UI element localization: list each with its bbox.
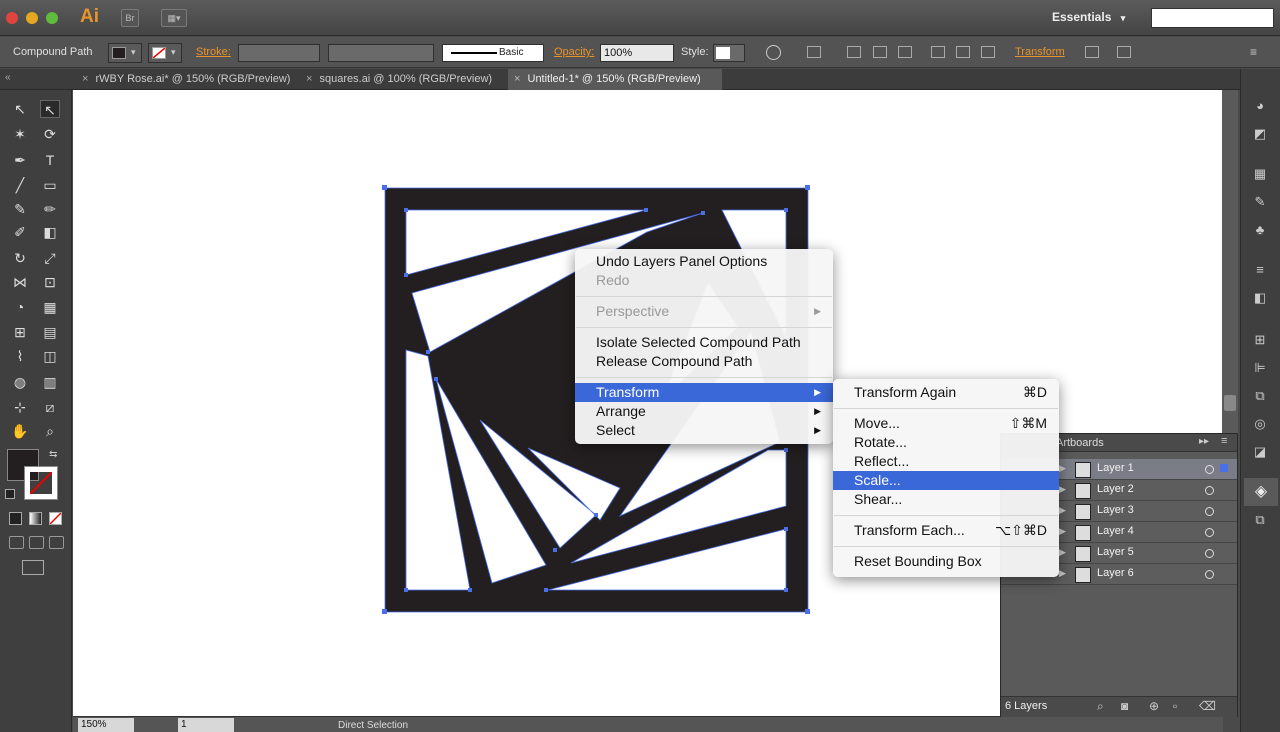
menu-item-label: Perspective [596,303,670,319]
submenu-arrow-icon: ▶ [814,406,821,416]
menu-item-label: Transform Each... [854,522,965,538]
layer-thumbnail [1075,525,1091,541]
swatches-icon[interactable]: ▦ [1252,167,1268,181]
menu-item-reflect[interactable]: Reflect... [833,452,1059,471]
create-sublayer-icon[interactable]: ⊕ [1149,699,1159,713]
menu-item-release-compound[interactable]: Release Compound Path [575,352,833,371]
target-icon[interactable] [1205,486,1214,495]
submenu-arrow-icon: ▶ [814,425,821,435]
layer-name[interactable]: Layer 2 [1097,483,1134,495]
layer-thumbnail [1075,483,1091,499]
target-icon[interactable] [1205,507,1214,516]
zoom-level-input[interactable]: 150% [78,718,134,732]
submenu-arrow-icon: ▶ [814,387,821,397]
graphic-styles-icon[interactable]: ◪ [1252,445,1268,459]
layer-thumbnail [1075,546,1091,562]
menu-item-scale[interactable]: Scale... [833,471,1059,490]
target-icon[interactable] [1205,528,1214,537]
menu-item-arrange[interactable]: Arrange ▶ [575,402,833,421]
target-icon[interactable] [1205,549,1214,558]
status-bar [73,716,1223,732]
delete-layer-icon[interactable]: ⌫ [1199,699,1216,713]
menu-item-perspective: Perspective ▶ [575,302,833,321]
menu-item-shear[interactable]: Shear... [833,490,1059,509]
expand-arrow-icon[interactable]: ▶ [1059,547,1066,558]
scrollbar-thumb[interactable] [1224,395,1236,411]
expand-arrow-icon[interactable]: ▶ [1059,484,1066,495]
locate-object-icon[interactable]: ⌕ [1097,699,1104,714]
gradient-icon[interactable]: ◧ [1252,291,1268,305]
expand-arrow-icon[interactable]: ▶ [1059,505,1066,516]
zoom-level-value: 150% [81,719,107,730]
symbols-icon[interactable]: ♣ [1252,223,1268,237]
menu-item-label: Select [596,422,635,438]
layers-icon[interactable]: ◈ [1244,478,1278,506]
stroke-icon[interactable]: ≡ [1252,263,1268,277]
menu-item-label: Move... [854,415,900,431]
shortcut-label: ⇧⌘M [1009,415,1047,431]
transform-submenu: Transform Again ⌘D Move... ⇧⌘M Rotate...… [833,379,1059,577]
panel-menu-icon[interactable]: ≡ [1221,435,1227,447]
current-tool-status[interactable]: Direct Selection [338,720,408,731]
transform-icon[interactable]: ⊞ [1252,333,1268,347]
color-panel-icon[interactable]: ◕ [1252,99,1268,113]
menu-separator [576,377,832,378]
context-menu: Undo Layers Panel Options Redo Perspecti… [575,249,833,444]
pathfinder-icon[interactable]: ⧉ [1252,389,1268,403]
layer-name[interactable]: Layer 6 [1097,567,1134,579]
layer-name[interactable]: Layer 1 [1097,462,1134,474]
artboard-number-value: 1 [181,719,187,730]
target-icon[interactable] [1205,570,1214,579]
tab-artboards[interactable]: Artboards [1056,437,1104,449]
appearance-icon[interactable]: ◎ [1252,417,1268,431]
color-guide-icon[interactable]: ◩ [1252,127,1268,141]
layer-thumbnail [1075,462,1091,478]
artboard-number-input[interactable]: 1 [178,718,234,732]
menu-separator [576,296,832,297]
layer-name[interactable]: Layer 4 [1097,525,1134,537]
layer-name[interactable]: Layer 3 [1097,504,1134,516]
layer-count: 6 Layers [1005,700,1048,712]
menu-item-label: Transform Again [854,384,957,400]
menu-item-undo[interactable]: Undo Layers Panel Options [575,252,833,271]
new-layer-icon[interactable]: ▫ [1173,699,1177,713]
menu-item-transform[interactable]: Transform ▶ [575,383,833,402]
menu-item-isolate[interactable]: Isolate Selected Compound Path [575,333,833,352]
make-clipping-mask-icon[interactable]: ◙ [1121,699,1128,713]
layer-thumbnail [1075,567,1091,583]
expand-arrow-icon[interactable]: ▶ [1059,526,1066,537]
menu-item-transform-each[interactable]: Transform Each... ⌥⇧⌘D [833,521,1059,540]
expand-arrow-icon[interactable]: ▶ [1059,568,1066,579]
menu-separator [834,515,1058,516]
menu-item-rotate[interactable]: Rotate... [833,433,1059,452]
selection-indicator-icon[interactable] [1220,464,1228,472]
submenu-arrow-icon: ▶ [814,306,821,316]
menu-item-redo: Redo [596,272,630,288]
shortcut-label: ⌥⇧⌘D [995,522,1047,538]
expand-arrow-icon[interactable]: ▶ [1059,463,1066,474]
menu-item-label: Transform [596,384,660,400]
layer-name[interactable]: Layer 5 [1097,546,1134,558]
menu-separator [834,408,1058,409]
menu-separator [576,327,832,328]
menu-item-label: Arrange [596,403,646,419]
menu-item-move[interactable]: Move... ⇧⌘M [833,414,1059,433]
brushes-icon[interactable]: ✎ [1252,195,1268,209]
menu-item-select[interactable]: Select ▶ [575,421,833,440]
layer-thumbnail [1075,504,1091,520]
shortcut-label: ⌘D [1022,384,1047,400]
align-icon[interactable]: ⊫ [1252,361,1268,375]
artboards-icon[interactable]: ⧉ [1252,513,1268,527]
menu-item-transform-again[interactable]: Transform Again ⌘D [833,383,1059,402]
collapse-panel-icon[interactable]: ▸▸ [1199,436,1209,447]
menu-separator [834,546,1058,547]
menu-item-reset-bounding-box[interactable]: Reset Bounding Box [833,552,1059,571]
target-icon[interactable] [1205,465,1214,474]
